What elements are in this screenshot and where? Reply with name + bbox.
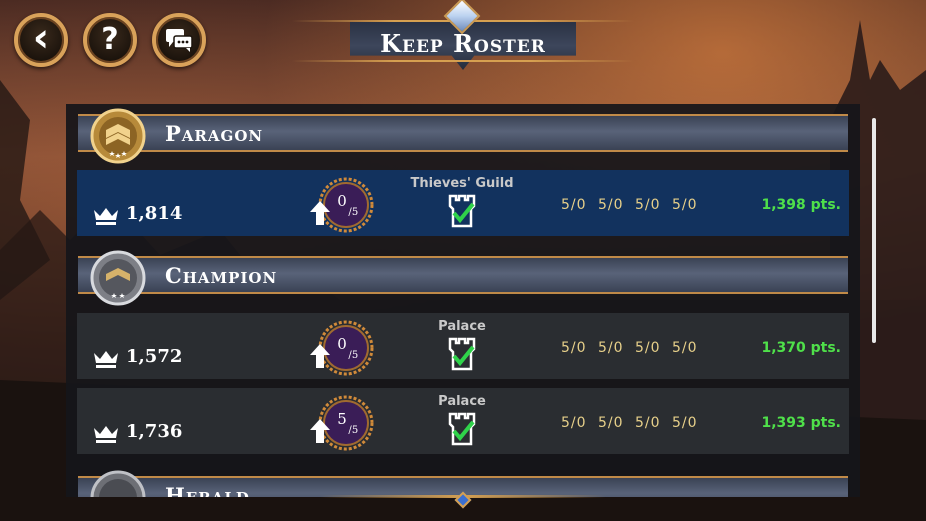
rank-current: 0 bbox=[337, 192, 347, 210]
roster-row[interactable]: 1,736 5 / 5 Palace 5/0 5/0 5/0 5/0 1,393… bbox=[77, 388, 849, 454]
guild-name: Thieves' Guild bbox=[410, 176, 514, 191]
rank-max: 5 bbox=[352, 425, 358, 436]
upgrade-arrow-icon[interactable] bbox=[310, 419, 330, 443]
tier-name: Champion bbox=[165, 263, 278, 288]
stats-values: 5/0 5/0 5/0 5/0 bbox=[561, 340, 698, 356]
points-value: 1,370 pts. bbox=[761, 340, 841, 356]
points-value: 1,393 pts. bbox=[761, 415, 841, 431]
rank-max: 5 bbox=[352, 350, 358, 361]
chat-bubbles-icon bbox=[166, 29, 193, 52]
power-value: 1,814 bbox=[126, 203, 183, 224]
tower-check-icon bbox=[448, 412, 476, 446]
power-value: 1,572 bbox=[126, 346, 183, 367]
back-button[interactable]: ‹ bbox=[14, 13, 68, 67]
tier-name: Herald bbox=[165, 483, 250, 497]
crown-icon bbox=[94, 208, 118, 225]
rank-current: 0 bbox=[337, 335, 347, 353]
guild-name: Palace bbox=[438, 319, 486, 334]
roster-panel[interactable]: Paragon 1,814 0 / 5 Thieves' Guild 5/0 5… bbox=[66, 104, 860, 497]
tier-name: Paragon bbox=[165, 121, 264, 146]
stats-values: 5/0 5/0 5/0 5/0 bbox=[561, 197, 698, 213]
stats-values: 5/0 5/0 5/0 5/0 bbox=[561, 415, 698, 431]
tier-header-champion: Champion bbox=[78, 256, 848, 294]
chat-button[interactable] bbox=[152, 13, 206, 67]
crown-icon bbox=[94, 426, 118, 443]
rank-max: 5 bbox=[352, 207, 358, 218]
tower-check-icon bbox=[448, 194, 476, 228]
scrollbar[interactable] bbox=[872, 118, 876, 343]
power-value: 1,736 bbox=[126, 421, 183, 442]
herald-tier-emblem-icon bbox=[90, 470, 146, 497]
question-mark-icon: ? bbox=[101, 22, 119, 57]
tower-check-icon bbox=[448, 337, 476, 371]
rank-current: 5 bbox=[337, 410, 347, 428]
upgrade-arrow-icon[interactable] bbox=[310, 201, 330, 225]
roster-row[interactable]: 1,572 0 / 5 Palace 5/0 5/0 5/0 5/0 1,370… bbox=[77, 313, 849, 379]
roster-row[interactable]: 1,814 0 / 5 Thieves' Guild 5/0 5/0 5/0 5… bbox=[77, 170, 849, 236]
help-button[interactable]: ? bbox=[83, 13, 137, 67]
upgrade-arrow-icon[interactable] bbox=[310, 344, 330, 368]
guild-name: Palace bbox=[438, 394, 486, 409]
points-value: 1,398 pts. bbox=[761, 197, 841, 213]
crown-icon bbox=[94, 351, 118, 368]
tier-header-paragon: Paragon bbox=[78, 114, 848, 152]
paragon-tier-emblem-icon bbox=[90, 108, 146, 164]
back-arrow-icon: ‹ bbox=[32, 15, 50, 61]
champion-tier-emblem-icon bbox=[90, 250, 146, 306]
